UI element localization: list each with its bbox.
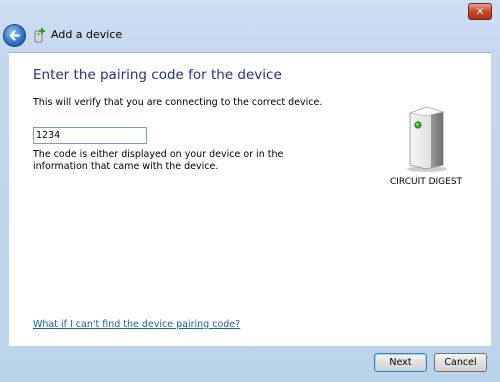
close-button[interactable]: ✕ [468, 3, 492, 20]
next-button[interactable]: Next [374, 353, 427, 372]
cancel-button[interactable]: Cancel [434, 353, 487, 372]
title-bar: ✕ Add a device [0, 0, 500, 52]
add-device-window: ✕ Add a device Enter the pairing code fo… [0, 0, 500, 382]
content-panel: Enter the pairing code for the device Th… [9, 52, 491, 346]
page-description: This will verify that you are connecting… [33, 97, 323, 108]
pairing-code-input[interactable]: 1234 [33, 127, 147, 144]
help-link[interactable]: What if I can't find the device pairing … [33, 319, 240, 330]
device-caption: CIRCUIT DIGEST [389, 177, 463, 187]
device-add-icon [34, 28, 45, 43]
back-arrow-icon [9, 30, 21, 41]
page-heading: Enter the pairing code for the device [33, 67, 282, 83]
window-title: Add a device [51, 28, 123, 41]
device-tower-icon [407, 106, 447, 172]
back-button[interactable] [3, 24, 26, 47]
code-hint: The code is either displayed on your dev… [33, 149, 284, 172]
